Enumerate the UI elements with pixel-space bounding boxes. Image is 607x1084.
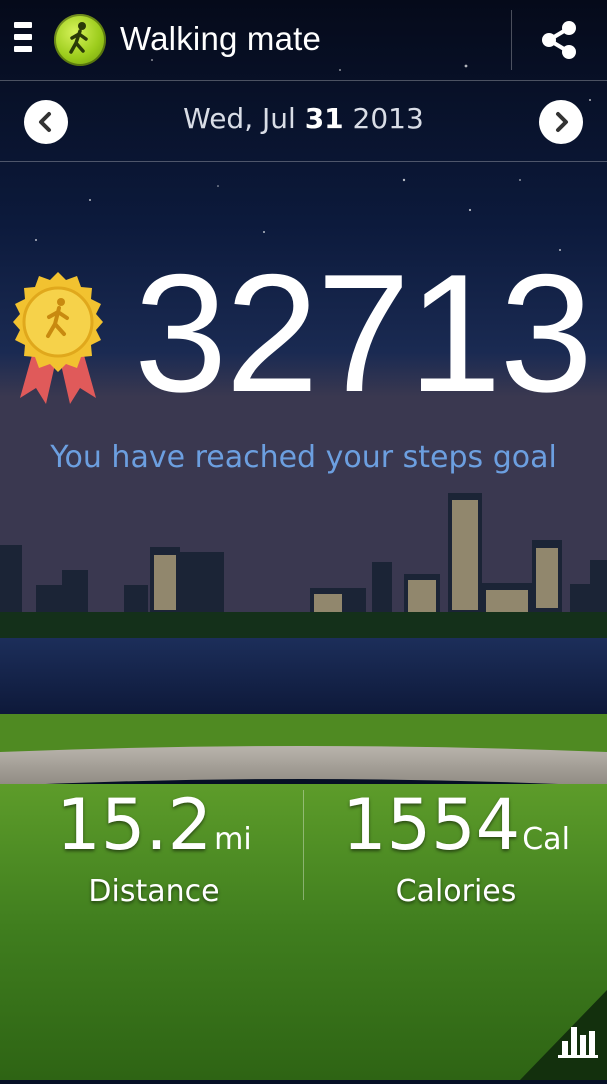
next-day-button[interactable] bbox=[539, 100, 583, 144]
step-count: 32713 bbox=[133, 239, 593, 427]
calories-value: 1554 bbox=[342, 784, 521, 866]
date-navigator: Wed, Jul 31 2013 bbox=[0, 81, 607, 162]
stats-divider bbox=[303, 790, 304, 900]
calories-label: Calories bbox=[395, 874, 517, 909]
share-icon[interactable] bbox=[537, 18, 581, 62]
award-medal-icon bbox=[6, 270, 110, 410]
background-scene bbox=[0, 0, 607, 1080]
distance-stat: 15.2mi Distance bbox=[4, 780, 304, 909]
date-day: 31 bbox=[304, 102, 344, 135]
walking-person-icon bbox=[54, 14, 106, 66]
app-header: Walking mate bbox=[0, 0, 607, 81]
distance-label: Distance bbox=[88, 874, 220, 909]
calories-stat: 1554Cal Calories bbox=[306, 780, 606, 909]
header-divider bbox=[511, 10, 512, 70]
chart-button[interactable] bbox=[500, 975, 607, 1080]
date-weekday-month: Wed, Jul bbox=[183, 102, 305, 135]
menu-icon[interactable] bbox=[14, 22, 36, 56]
calories-unit: Cal bbox=[522, 822, 570, 857]
bar-chart-icon bbox=[558, 1027, 598, 1058]
app-title: Walking mate bbox=[120, 20, 322, 57]
distance-value: 15.2 bbox=[56, 784, 213, 866]
distance-unit: mi bbox=[214, 822, 252, 857]
current-date: Wed, Jul 31 2013 bbox=[0, 102, 607, 135]
goal-message: You have reached your steps goal bbox=[50, 440, 557, 475]
date-year: 2013 bbox=[343, 102, 424, 135]
chevron-right-icon bbox=[556, 112, 568, 132]
